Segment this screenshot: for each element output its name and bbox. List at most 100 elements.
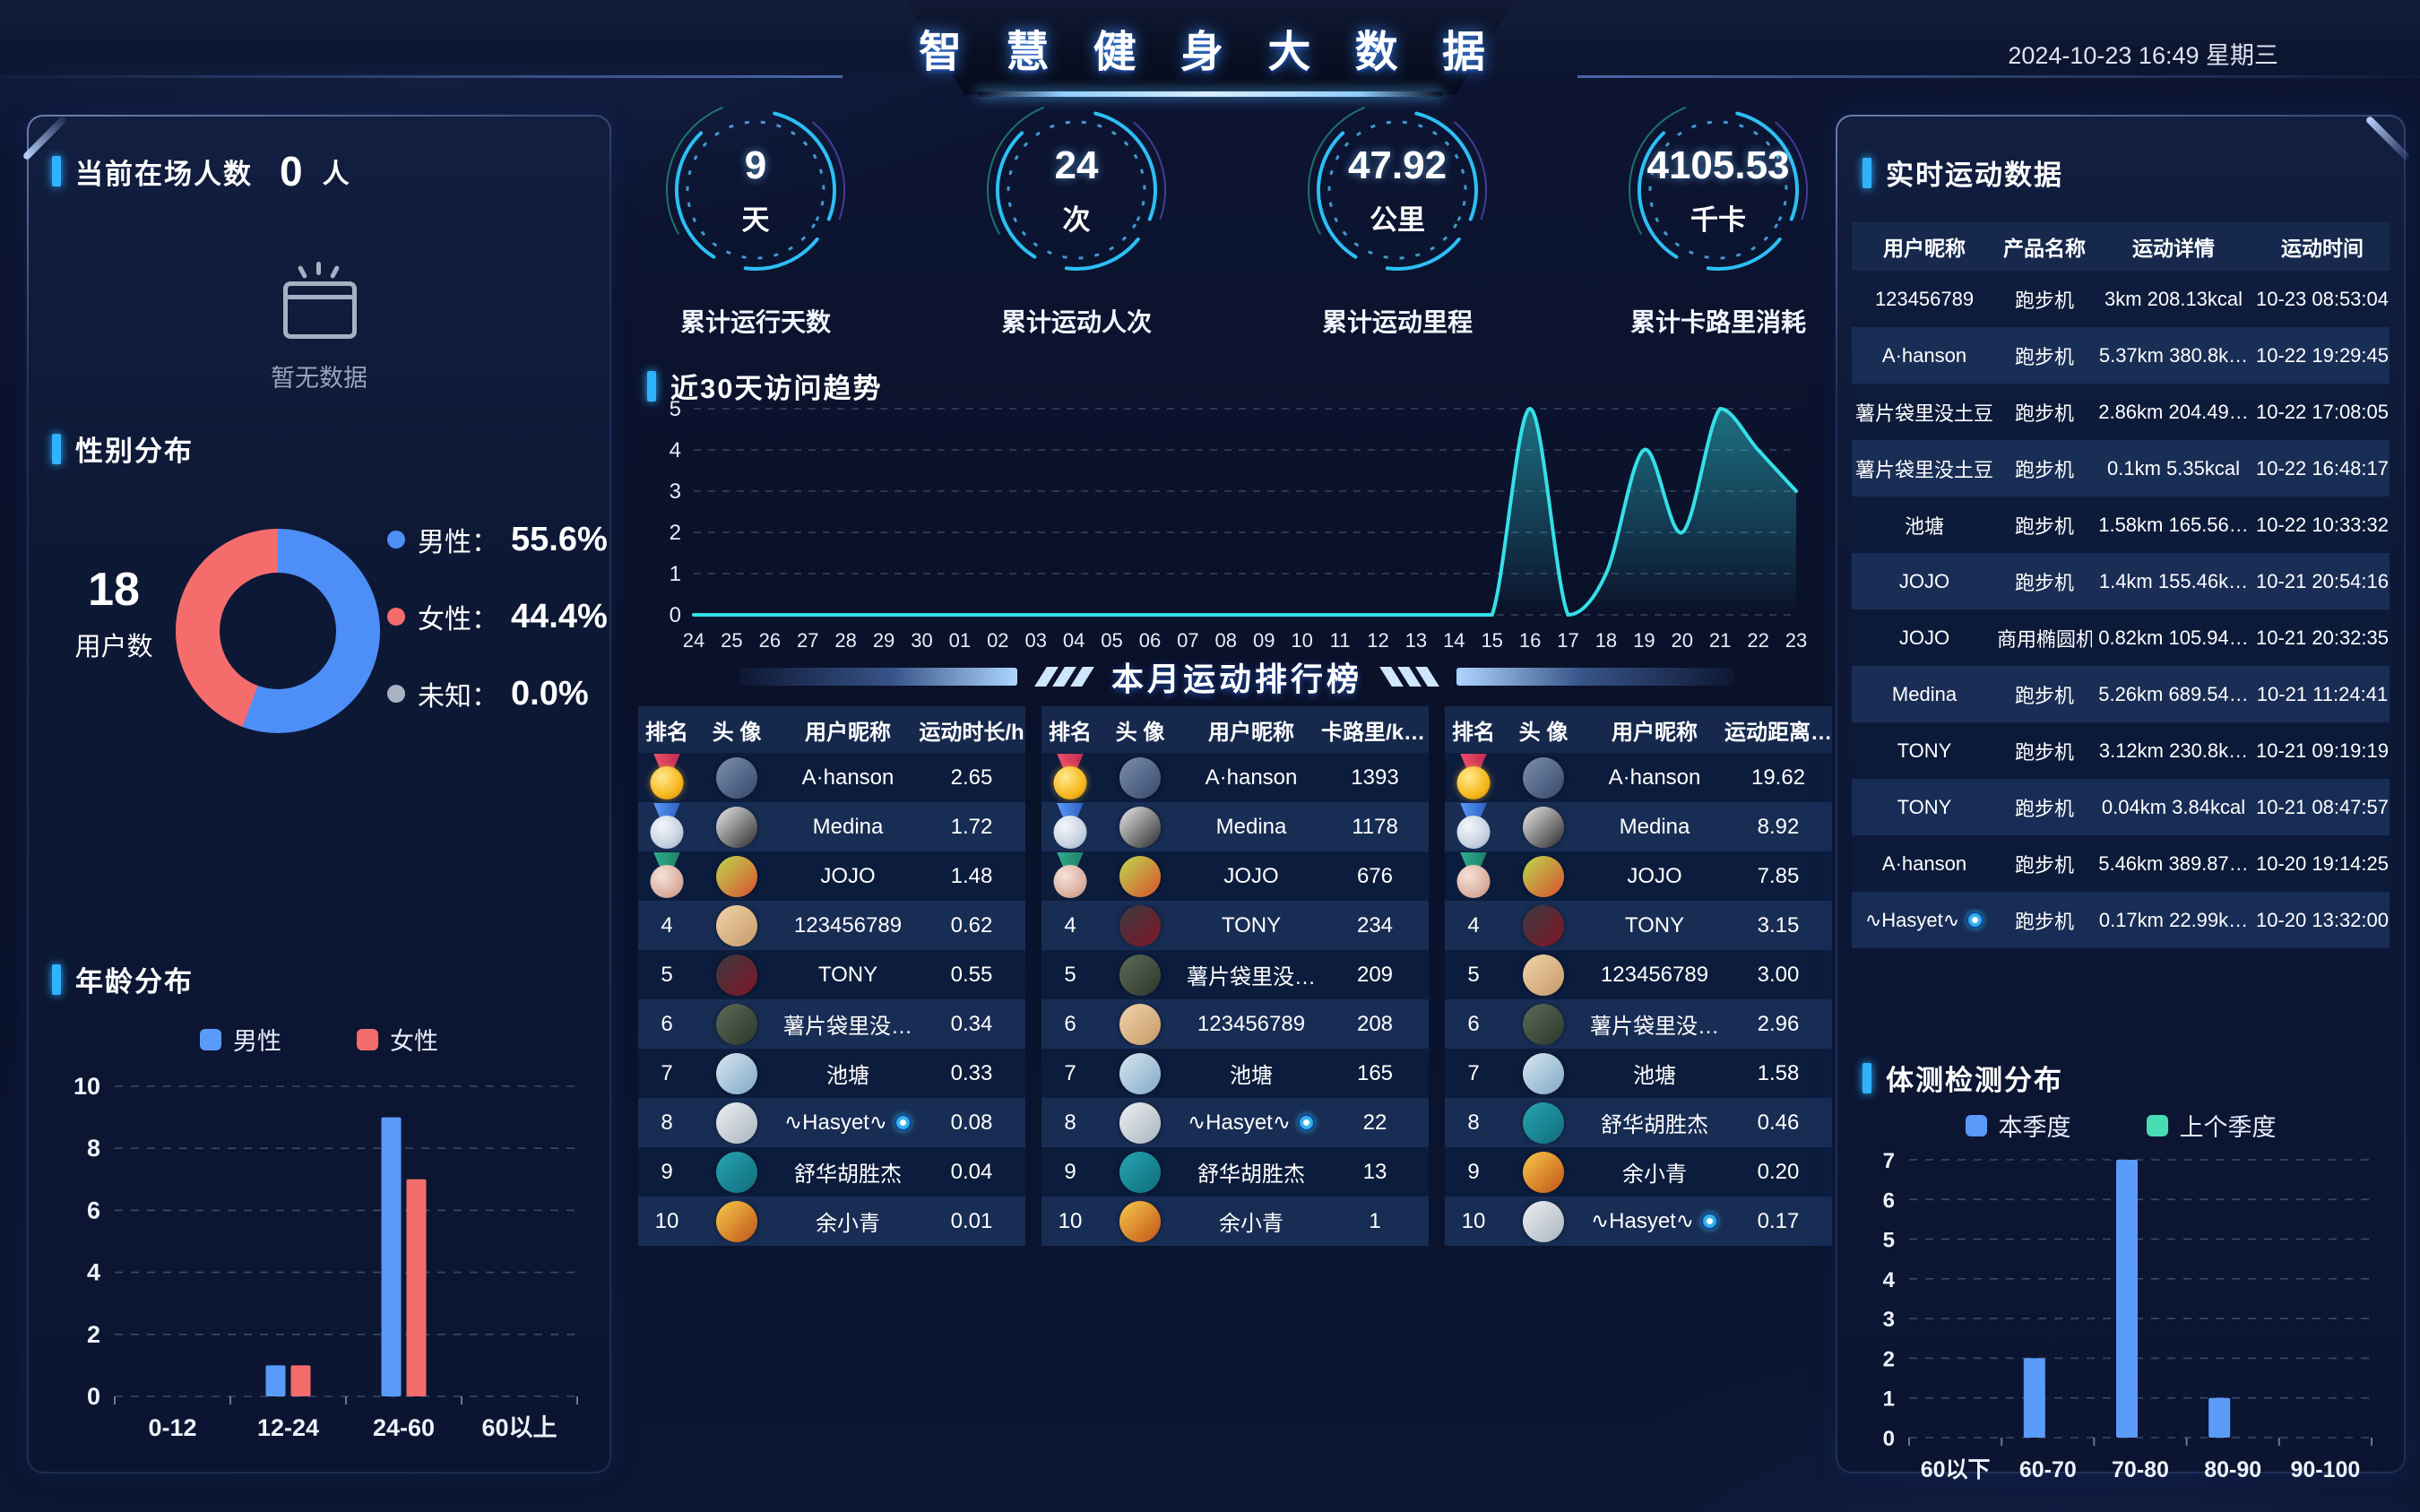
column-header: 运动详情 <box>2092 231 2255 262</box>
rank-table: 排名头 像用户昵称运动距离/kmA·hanson19.62Medina8.92J… <box>1445 706 1832 1246</box>
legend-item: 本季度 <box>1966 1108 2071 1143</box>
table-row: Medina跑步机5.26km 689.54…10-21 11:24:41 <box>1852 666 2390 722</box>
detail-cell: 0.1km 5.35kcal <box>2092 457 2255 480</box>
empty-box <box>283 281 357 339</box>
svg-text:5: 5 <box>1883 1229 1895 1253</box>
section-fitness: 体测检测分布 <box>1863 1058 2063 1098</box>
avatar <box>1119 905 1161 946</box>
user-name-cell: JOJO <box>1585 864 1724 889</box>
header: 智 慧 健 身 大 数 据 2024-10-23 16:49 星期三 <box>0 0 2420 90</box>
avatar-cell <box>1502 1201 1585 1242</box>
table-header-row: 排名头 像用户昵称卡路里/kcal <box>1041 706 1429 753</box>
rank-cell: 8 <box>1445 1110 1502 1136</box>
avatar <box>716 1004 757 1045</box>
legend-item: 上个季度 <box>2147 1108 2277 1143</box>
product-cell: 跑步机 <box>1997 341 2092 370</box>
svg-text:08: 08 <box>1215 629 1237 652</box>
svg-text:4: 4 <box>670 438 681 462</box>
table-row: JOJO7.85 <box>1445 851 1832 901</box>
avatar <box>1119 856 1161 897</box>
gauge-center: 9天 <box>666 100 845 280</box>
avatar <box>1523 1152 1564 1193</box>
detail-cell: 5.26km 689.54… <box>2092 683 2255 706</box>
medal-silver-icon <box>1050 803 1091 851</box>
chevrons-icon <box>1386 667 1433 687</box>
table-row: A·hanson2.65 <box>638 753 1025 802</box>
gauge-center: 47.92公里 <box>1308 100 1487 280</box>
banner-bar <box>739 668 1017 686</box>
product-cell: 跑步机 <box>1997 737 2092 765</box>
avatar <box>716 1102 757 1144</box>
gauge-value: 9 <box>745 143 766 188</box>
avatar-cell <box>696 1102 778 1144</box>
rank-cell <box>638 754 696 802</box>
gauge-value: 47.92 <box>1348 143 1447 188</box>
rank-cell: 7 <box>1445 1061 1502 1086</box>
detail-cell: 0.04km 3.84kcal <box>2092 796 2255 819</box>
user-name-cell: 池塘 <box>778 1058 918 1089</box>
time-cell: 10-21 11:24:41 <box>2255 683 2390 706</box>
gauge-value: 4105.53 <box>1646 143 1789 188</box>
avatar-cell <box>1099 955 1181 996</box>
avatar-cell <box>1099 856 1181 897</box>
product-cell: 商用椭圆机 <box>1997 624 2092 652</box>
medal-bronze-icon <box>1453 852 1494 901</box>
user-name-cell: A·hanson <box>1852 344 1997 367</box>
realtime-table: 用户昵称产品名称运动详情运动时间123456789跑步机3km 208.13kc… <box>1852 222 2390 948</box>
avatar-cell <box>696 757 778 799</box>
avatar <box>1523 807 1564 848</box>
stat-gauge: 47.92公里累计运动里程 <box>1285 100 1509 369</box>
rank-cell <box>1041 852 1099 901</box>
user-name-cell: 舒华胡胜杰 <box>778 1156 918 1188</box>
product-cell: 跑步机 <box>1997 398 2092 427</box>
value-cell: 1393 <box>1321 765 1429 791</box>
svg-text:12: 12 <box>1367 629 1388 652</box>
column-header: 头 像 <box>1502 714 1585 746</box>
detail-cell: 1.4km 155.46k… <box>2092 570 2255 593</box>
avatar-cell <box>696 807 778 848</box>
avatar <box>1119 807 1161 848</box>
banner-bar <box>1456 668 1734 686</box>
age-legend: 男性女性 <box>27 1022 611 1057</box>
svg-text:30: 30 <box>911 629 932 652</box>
gauge-label: 累计运行天数 <box>644 303 868 339</box>
avatar-cell <box>1502 1102 1585 1144</box>
legend-chip <box>2147 1115 2168 1136</box>
avatar-cell <box>696 955 778 996</box>
svg-text:13: 13 <box>1405 629 1427 652</box>
medal-circle <box>1457 766 1491 799</box>
medal-circle <box>651 816 684 849</box>
user-name-cell: TONY <box>1585 913 1724 938</box>
medal-gold-icon <box>1050 754 1091 802</box>
avatar <box>716 807 757 848</box>
avatar-cell <box>1099 807 1181 848</box>
detail-cell: 5.46km 389.87… <box>2092 852 2255 876</box>
rank-tables: 排名头 像用户昵称运动时长/hA·hanson2.65Medina1.72JOJ… <box>638 706 1832 1246</box>
table-row: Medina1178 <box>1041 802 1429 851</box>
avatar-cell <box>1502 1152 1585 1193</box>
table-row: 9余小青0.20 <box>1445 1147 1832 1197</box>
rank-cell: 4 <box>1445 913 1502 938</box>
avatar <box>1523 1201 1564 1242</box>
table-row: 薯片袋里没土豆跑步机0.1km 5.35kcal10-22 16:48:17 <box>1852 440 2390 497</box>
section-marker <box>52 964 61 995</box>
svg-text:6: 6 <box>1883 1188 1895 1213</box>
medal-gold-icon <box>1453 754 1494 802</box>
svg-text:21: 21 <box>1709 629 1731 652</box>
rank-cell <box>1445 754 1502 802</box>
value-cell: 3.00 <box>1724 963 1832 988</box>
table-row: TONY跑步机3.12km 230.8k…10-21 09:19:19 <box>1852 722 2390 779</box>
svg-text:05: 05 <box>1101 629 1122 652</box>
svg-text:10: 10 <box>1291 629 1312 652</box>
gender-title: 性别分布 <box>75 428 194 469</box>
table-row: TONY跑步机0.04km 3.84kcal10-21 08:47:57 <box>1852 779 2390 835</box>
svg-text:3: 3 <box>1883 1308 1895 1332</box>
section-marker <box>52 156 61 186</box>
avatar-cell <box>1502 905 1585 946</box>
avatar <box>1523 1053 1564 1094</box>
avatar <box>716 905 757 946</box>
svg-text:0: 0 <box>87 1383 100 1410</box>
detail-cell: 0.17km 22.99k… <box>2092 909 2255 932</box>
value-cell: 1178 <box>1321 815 1429 840</box>
value-cell: 13 <box>1321 1160 1429 1185</box>
